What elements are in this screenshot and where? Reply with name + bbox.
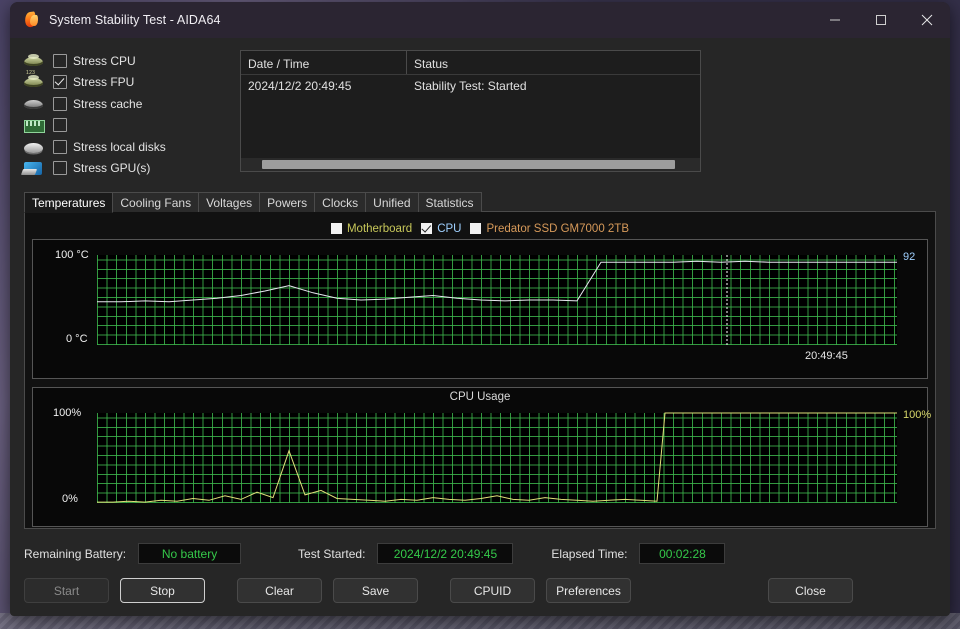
close-icon[interactable] bbox=[904, 2, 950, 38]
top-panel: Stress CPU 123 Stress FPU Stress cache S bbox=[10, 38, 950, 179]
tab-voltages[interactable]: Voltages bbox=[198, 192, 261, 212]
stress-local-disks-checkbox[interactable] bbox=[53, 139, 67, 154]
usage-axis-min-label: 0% bbox=[62, 493, 78, 505]
stress-option-label: Stress CPU bbox=[73, 53, 136, 68]
fpu-icon: 123 bbox=[24, 70, 44, 90]
stress-cpu-checkbox[interactable] bbox=[53, 53, 67, 68]
legend-checkbox[interactable] bbox=[470, 223, 482, 234]
legend-item-motherboard[interactable]: Motherboard bbox=[330, 222, 413, 235]
test-started-value: 2024/12/2 20:49:45 bbox=[377, 543, 514, 564]
stress-option-label: Stress FPU bbox=[73, 75, 135, 90]
title-bar: System Stability Test - AIDA64 bbox=[10, 2, 950, 38]
log-cell-text: Stability Test: Started bbox=[414, 79, 527, 93]
legend-item-cpu[interactable]: CPU bbox=[421, 223, 461, 235]
tab-strip: Temperatures Cooling Fans Voltages Power… bbox=[24, 192, 950, 213]
memory-icon bbox=[24, 117, 45, 134]
stress-gpu-checkbox[interactable] bbox=[53, 161, 67, 176]
temp-axis-max-label: 100 °C bbox=[55, 249, 89, 261]
legend-label: Motherboard bbox=[346, 222, 413, 235]
stress-option-label: Stress cache bbox=[73, 96, 143, 111]
log-cell-text: 2024/12/2 20:49:45 bbox=[248, 79, 352, 93]
stress-options-list: Stress CPU 123 Stress FPU Stress cache S bbox=[24, 50, 214, 179]
legend-checkbox[interactable] bbox=[330, 223, 342, 234]
log-cell-datetime: 2024/12/2 20:49:45 bbox=[241, 77, 407, 95]
tab-label: Cooling Fans bbox=[120, 195, 192, 210]
event-log-list[interactable]: Date / Time Status 2024/12/2 20:49:45 St… bbox=[240, 50, 701, 172]
stress-option-label: Stress local disks bbox=[73, 139, 166, 154]
status-row: Remaining Battery: No battery Test Start… bbox=[24, 542, 950, 565]
test-started-label: Test Started: bbox=[298, 546, 366, 561]
cpu-usage-title: CPU Usage bbox=[449, 391, 511, 403]
tab-label: Clocks bbox=[322, 195, 359, 210]
cpu-usage-chart: CPU Usage 100% 0% 100% bbox=[32, 387, 932, 527]
tab-label: Powers bbox=[267, 195, 308, 210]
clear-button[interactable]: Clear bbox=[237, 578, 322, 603]
legend-checkbox[interactable] bbox=[421, 223, 433, 234]
start-button[interactable]: Start bbox=[24, 578, 109, 603]
legend-label: Predator SSD GM7000 2TB bbox=[486, 222, 630, 235]
cpu-icon bbox=[24, 53, 44, 69]
gpu-icon bbox=[24, 160, 44, 176]
aida64-window: System Stability Test - AIDA64 Stress CP… bbox=[10, 2, 950, 616]
log-column-status[interactable]: Status bbox=[407, 51, 700, 74]
flame-icon bbox=[22, 11, 40, 29]
log-horizontal-scrollbar[interactable] bbox=[241, 158, 700, 171]
elapsed-time-value: 00:02:28 bbox=[639, 543, 726, 564]
tab-cooling-fans[interactable]: Cooling Fans bbox=[112, 192, 200, 212]
stress-memory-checkbox[interactable] bbox=[53, 118, 67, 133]
tab-label: Unified bbox=[373, 195, 411, 210]
battery-value: No battery bbox=[138, 543, 242, 564]
tab-label: Temperatures bbox=[32, 195, 106, 210]
temperature-legend: Motherboard CPU Predator SSD GM7000 2TB bbox=[32, 219, 928, 238]
stress-option-cache[interactable]: Stress cache bbox=[24, 93, 214, 115]
stress-cache-checkbox[interactable] bbox=[53, 96, 67, 111]
elapsed-time-label: Elapsed Time: bbox=[551, 546, 628, 561]
tab-clocks[interactable]: Clocks bbox=[314, 192, 367, 212]
close-button[interactable]: Close bbox=[768, 578, 853, 603]
table-row[interactable]: 2024/12/2 20:49:45 Stability Test: Start… bbox=[241, 75, 700, 97]
tab-label: Statistics bbox=[425, 195, 474, 210]
legend-label: CPU bbox=[437, 222, 462, 235]
usage-axis-max-label: 100% bbox=[53, 407, 82, 419]
stress-option-gpu[interactable]: Stress GPU(s) bbox=[24, 158, 214, 180]
charts-panel: Motherboard CPU Predator SSD GM7000 2TB … bbox=[24, 211, 936, 529]
stress-option-local-disks[interactable]: Stress local disks bbox=[24, 136, 214, 158]
stop-button[interactable]: Stop bbox=[120, 578, 205, 603]
battery-label: Remaining Battery: bbox=[24, 546, 127, 561]
cpuid-button[interactable]: CPUID bbox=[450, 578, 535, 603]
log-cell-status: Stability Test: Started bbox=[407, 77, 700, 95]
log-column-label: Status bbox=[414, 57, 449, 71]
tab-temperatures[interactable]: Temperatures bbox=[24, 192, 114, 213]
stress-option-cpu[interactable]: Stress CPU bbox=[24, 50, 214, 72]
scrollbar-thumb[interactable] bbox=[262, 160, 675, 169]
temp-current-value: 92 bbox=[903, 251, 916, 263]
window-controls bbox=[812, 2, 950, 38]
legend-item-predator-ssd[interactable]: Predator SSD GM7000 2TB bbox=[470, 223, 629, 235]
usage-chart-trace bbox=[97, 412, 897, 503]
minimize-icon[interactable] bbox=[812, 2, 858, 38]
stress-option-fpu[interactable]: 123 Stress FPU bbox=[24, 70, 214, 94]
usage-current-value: 100% bbox=[903, 409, 932, 421]
tab-statistics[interactable]: Statistics bbox=[417, 192, 482, 212]
log-header: Date / Time Status bbox=[241, 51, 700, 75]
preferences-button[interactable]: Preferences bbox=[546, 578, 631, 603]
log-column-label: Date / Time bbox=[248, 57, 310, 71]
disk-icon bbox=[24, 139, 44, 155]
window-title: System Stability Test - AIDA64 bbox=[49, 13, 221, 27]
tab-label: Voltages bbox=[206, 195, 253, 210]
button-row: Start Stop Clear Save CPUID Preferences … bbox=[24, 578, 950, 603]
save-button[interactable]: Save bbox=[333, 578, 418, 603]
stress-option-label: Stress GPU(s) bbox=[73, 161, 151, 176]
stress-fpu-checkbox[interactable] bbox=[53, 75, 67, 90]
tab-unified[interactable]: Unified bbox=[365, 192, 419, 212]
tab-powers[interactable]: Powers bbox=[259, 192, 316, 212]
maximize-icon[interactable] bbox=[858, 2, 904, 38]
temperature-chart: 100 °C 0 °C 92 20:49:45 bbox=[32, 239, 928, 379]
temp-axis-min-label: 0 °C bbox=[66, 333, 88, 345]
cache-icon bbox=[24, 96, 44, 112]
log-column-datetime[interactable]: Date / Time bbox=[241, 51, 407, 74]
temp-chart-trace bbox=[97, 255, 897, 345]
temp-time-marker-label: 20:49:45 bbox=[805, 350, 848, 362]
stress-option-memory[interactable] bbox=[24, 115, 214, 137]
